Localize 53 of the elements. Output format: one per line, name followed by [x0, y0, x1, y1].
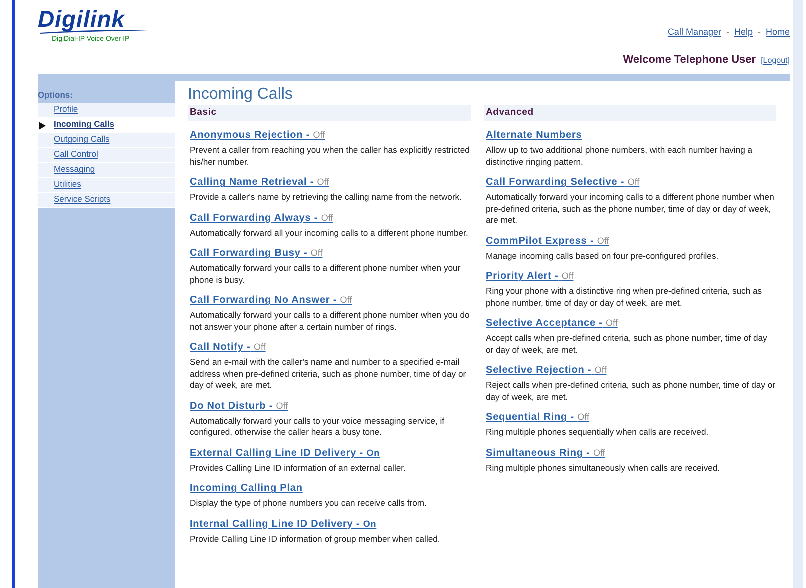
service-link[interactable]: Selective Rejection - Off	[486, 365, 607, 376]
sidebar-item[interactable]: Call Control	[54, 148, 98, 162]
service-link[interactable]: Internal Calling Line ID Delivery - On	[190, 518, 377, 530]
service-description: Provide a caller's name by retrieving the calling name from the network.	[190, 192, 463, 204]
sidebar-item[interactable]: Utilities	[54, 178, 82, 192]
service-link[interactable]: Priority Alert - Off	[486, 271, 574, 282]
service-link[interactable]: Do Not Disturb - Off	[190, 400, 288, 412]
separator-text: -	[726, 26, 730, 39]
separator-text: -	[758, 26, 761, 39]
logout-link[interactable]: [Logout]	[761, 54, 790, 66]
service-description: Automatically forward your incoming calls to a different phone number when pre-defined criteria, such as the phone number, time of day or day of week, are met.	[486, 192, 776, 227]
page-title: Incoming Calls	[188, 85, 294, 104]
sidebar-item[interactable]: Outgoing Calls	[54, 133, 110, 146]
service-description: Provides Calling Line ID information of an external caller.	[190, 462, 407, 474]
service-description: Manage incoming calls based on four pre-configured profiles.	[486, 250, 720, 262]
service-description: Send an e-mail with the caller's name and number to a specified e-mail address when pre-defined criteria, such as phone number, time of day or day of week, are met.	[190, 357, 468, 392]
service-description: Automatically forward all your incoming calls to a different phone number.	[190, 228, 470, 240]
service-link[interactable]: CommPilot Express - Off	[486, 236, 610, 247]
service-description: Ring multiple phones sequentially when calls are received.	[486, 427, 710, 439]
sidebar-item[interactable]: Messaging	[54, 163, 96, 176]
service-link[interactable]: Alternate Numbers	[486, 130, 582, 142]
service-link[interactable]: Call Forwarding Selective - Off	[486, 177, 640, 188]
service-description: Reject calls when pre-defined criteria, such as phone number, time of day or day of week, are met.	[486, 380, 776, 404]
service-link[interactable]: Calling Name Retrieval - Off	[190, 177, 330, 188]
logo-wordmark: Digilink	[38, 8, 126, 31]
service-description: Prevent a caller from reaching you when the caller has explicitly restricted his/her number.	[190, 145, 471, 168]
service-link[interactable]: Call Notify - Off	[190, 342, 266, 354]
service-description: Automatically forward your calls to your voice messaging service, if configured, otherwise the caller hears a busy tone.	[190, 416, 446, 439]
service-link[interactable]: External Calling Line ID Delivery - On	[190, 448, 380, 459]
nav-link-text[interactable]: Help	[734, 26, 753, 40]
nav-link-text[interactable]: Call Manager	[668, 26, 722, 40]
service-description: Allow up to two additional phone numbers, with each number having a distinctive ringing pattern.	[486, 145, 754, 168]
service-description: Accept calls when pre-defined criteria, such as phone number, time of day or day of week, are met.	[486, 333, 768, 356]
service-link[interactable]: Anonymous Rejection - Off	[190, 130, 326, 142]
nav-link-text[interactable]: Home	[766, 26, 790, 40]
service-link[interactable]: Call Forwarding Always - Off	[190, 212, 334, 224]
service-link[interactable]: Sequential Ring - Off	[486, 412, 590, 424]
service-description: Display the type of phone numbers you can receive calls from.	[190, 498, 428, 510]
service-description: Provide Calling Line ID information of group member when called.	[190, 534, 442, 546]
service-description: Ring your phone with a distinctive ring when pre-defined criteria, such as phone number, time of day or day of week, are met.	[486, 286, 764, 310]
service-link[interactable]: Call Forwarding No Answer - Off	[190, 295, 352, 306]
welcome-text: Welcome Telephone User	[623, 52, 756, 68]
section-heading: Basic	[188, 105, 471, 122]
sidebar-item[interactable]: Service Scripts	[54, 193, 111, 206]
service-link[interactable]: Incoming Calling Plan	[190, 483, 303, 494]
sidebar-item[interactable]: Profile	[54, 103, 78, 116]
service-description: Ring multiple phones simultaneously when calls are received.	[486, 462, 722, 474]
service-link[interactable]: Simultaneous Ring - Off	[486, 448, 606, 459]
service-description: Automatically forward your calls to a different phone number when your phone is busy.	[190, 263, 462, 286]
service-link[interactable]: Call Forwarding Busy - Off	[190, 248, 323, 260]
service-description: Automatically forward your calls to a different phone number when you do not answer your phone after a certain number of rings.	[190, 310, 471, 334]
service-link[interactable]: Selective Acceptance - Off	[486, 318, 618, 330]
section-heading: Advanced	[484, 105, 776, 122]
